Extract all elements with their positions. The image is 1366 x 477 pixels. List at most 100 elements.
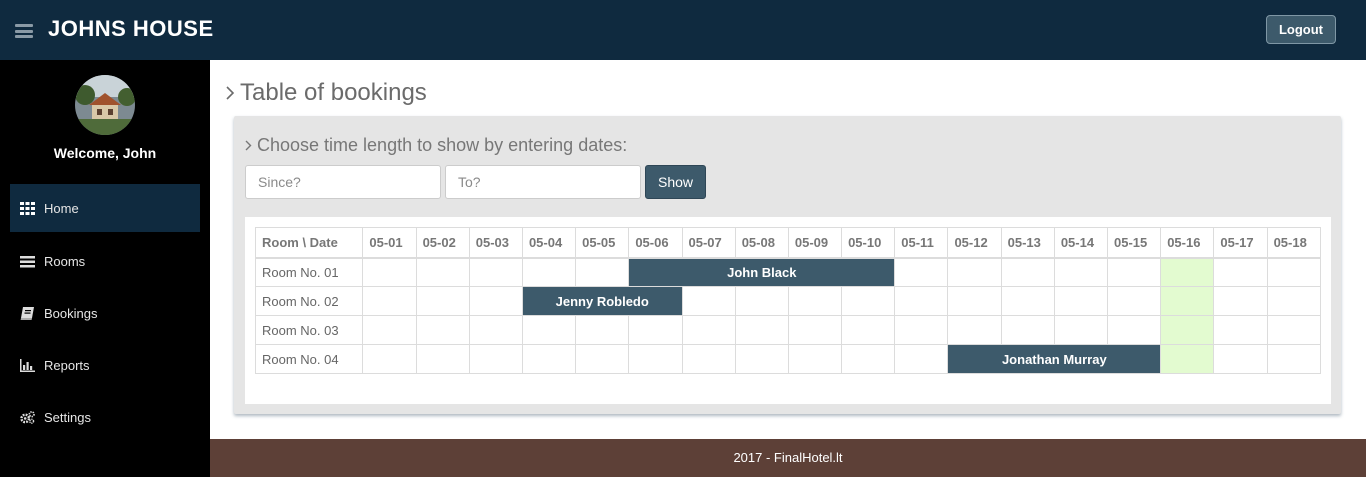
empty-day-cell[interactable] [575, 344, 630, 374]
date-header: 05-16 [1160, 227, 1215, 259]
logout-button[interactable]: Logout [1266, 15, 1336, 44]
empty-day-cell[interactable] [575, 315, 630, 345]
sidebar-item-label: Home [44, 200, 79, 216]
empty-day-cell[interactable] [1053, 286, 1109, 316]
empty-day-cell[interactable] [681, 286, 736, 316]
avatar [75, 75, 135, 135]
sidebar-item-label: Rooms [44, 253, 86, 269]
booking-cell[interactable]: John Black [628, 257, 896, 287]
date-header: 05-14 [1053, 227, 1109, 259]
empty-day-cell[interactable] [681, 344, 736, 374]
room-name-cell: Room No. 04 [254, 344, 364, 374]
empty-day-cell[interactable] [1266, 257, 1322, 287]
table-row: Room No. 01 John Black [254, 257, 1322, 287]
sidebar-item-home[interactable]: Home [10, 184, 200, 232]
chevron-right-icon [226, 86, 235, 100]
empty-day-cell[interactable] [1266, 315, 1322, 345]
empty-day-cell[interactable] [787, 286, 843, 316]
empty-day-cell[interactable] [1107, 286, 1162, 316]
footer-text: 2017 - FinalHotel.lt [733, 450, 843, 465]
empty-day-cell[interactable] [1213, 257, 1268, 287]
empty-day-cell[interactable] [894, 286, 949, 316]
empty-day-cell[interactable] [1213, 315, 1268, 345]
empty-day-cell[interactable] [734, 315, 789, 345]
to-date-input[interactable] [445, 165, 641, 199]
empty-day-cell[interactable] [521, 257, 577, 287]
corner-header: Room \ Date [254, 227, 364, 259]
date-header: 05-05 [575, 227, 630, 259]
date-header: 05-08 [734, 227, 789, 259]
empty-day-cell[interactable] [628, 344, 683, 374]
empty-day-cell[interactable] [1266, 286, 1322, 316]
empty-day-cell[interactable] [362, 315, 417, 345]
empty-day-cell[interactable] [787, 315, 843, 345]
page-title-text: Table of bookings [240, 79, 427, 106]
footer: 2017 - FinalHotel.lt [210, 439, 1366, 477]
empty-day-cell[interactable] [628, 315, 683, 345]
empty-day-cell[interactable] [1160, 315, 1215, 345]
date-header: 05-07 [681, 227, 736, 259]
empty-day-cell[interactable] [734, 344, 789, 374]
empty-day-cell[interactable] [521, 315, 577, 345]
empty-day-cell[interactable] [1000, 315, 1055, 345]
empty-day-cell[interactable] [1160, 286, 1215, 316]
empty-day-cell[interactable] [947, 286, 1002, 316]
empty-day-cell[interactable] [1213, 286, 1268, 316]
empty-day-cell[interactable] [1053, 257, 1109, 287]
empty-day-cell[interactable] [1213, 344, 1268, 374]
filter-heading-text: Choose time length to show by entering d… [257, 135, 628, 155]
empty-day-cell[interactable] [1053, 315, 1109, 345]
empty-day-cell[interactable] [1000, 286, 1055, 316]
date-header: 05-10 [841, 227, 896, 259]
empty-day-cell[interactable] [1160, 344, 1215, 374]
empty-day-cell[interactable] [415, 344, 470, 374]
empty-day-cell[interactable] [362, 344, 417, 374]
empty-day-cell[interactable] [415, 315, 470, 345]
empty-day-cell[interactable] [1107, 257, 1162, 287]
empty-day-cell[interactable] [362, 286, 417, 316]
room-name-cell: Room No. 03 [254, 315, 364, 345]
empty-day-cell[interactable] [681, 315, 736, 345]
empty-day-cell[interactable] [894, 344, 949, 374]
sidebar-item-rooms[interactable]: Rooms [10, 237, 200, 285]
empty-day-cell[interactable] [894, 257, 949, 287]
empty-day-cell[interactable] [1160, 257, 1215, 287]
bookings-table: Room \ Date 05-01 05-02 05-03 05-04 05-05 05-0… [254, 227, 1322, 374]
empty-day-cell[interactable] [468, 257, 523, 287]
sidebar-item-label: Settings [44, 409, 91, 425]
empty-day-cell[interactable] [1107, 315, 1162, 345]
empty-day-cell[interactable] [521, 344, 577, 374]
date-header: 05-12 [947, 227, 1002, 259]
empty-day-cell[interactable] [468, 286, 523, 316]
date-header: 05-02 [415, 227, 470, 259]
empty-day-cell[interactable] [1266, 344, 1322, 374]
empty-day-cell[interactable] [1000, 257, 1055, 287]
empty-day-cell[interactable] [947, 315, 1002, 345]
empty-day-cell[interactable] [841, 315, 896, 345]
empty-day-cell[interactable] [894, 315, 949, 345]
empty-day-cell[interactable] [468, 315, 523, 345]
empty-day-cell[interactable] [362, 257, 417, 287]
empty-day-cell[interactable] [734, 286, 789, 316]
empty-day-cell[interactable] [841, 344, 896, 374]
empty-day-cell[interactable] [415, 257, 470, 287]
empty-day-cell[interactable] [575, 257, 630, 287]
booking-cell[interactable]: Jonathan Murray [947, 344, 1162, 374]
since-date-input[interactable] [245, 165, 441, 199]
empty-day-cell[interactable] [415, 286, 470, 316]
sidebar-item-reports[interactable]: Reports [10, 341, 200, 389]
empty-day-cell[interactable] [841, 286, 896, 316]
empty-day-cell[interactable] [947, 257, 1002, 287]
hamburger-menu-icon[interactable] [15, 24, 33, 38]
booking-cell[interactable]: Jenny Robledo [521, 286, 683, 316]
sidebar-item-settings[interactable]: Settings [10, 393, 200, 441]
table-row: Room No. 02 Jenny Robledo [254, 286, 1322, 316]
show-button[interactable]: Show [645, 165, 706, 199]
top-bar: JOHNS HOUSE Logout [0, 0, 1366, 60]
empty-day-cell[interactable] [787, 344, 843, 374]
sidebar-item-bookings[interactable]: Bookings [10, 289, 200, 337]
page-title: Table of bookings [224, 79, 427, 107]
sidebar-item-label: Bookings [44, 305, 98, 321]
empty-day-cell[interactable] [468, 344, 523, 374]
filter-heading: Choose time length to show by entering d… [244, 135, 627, 156]
